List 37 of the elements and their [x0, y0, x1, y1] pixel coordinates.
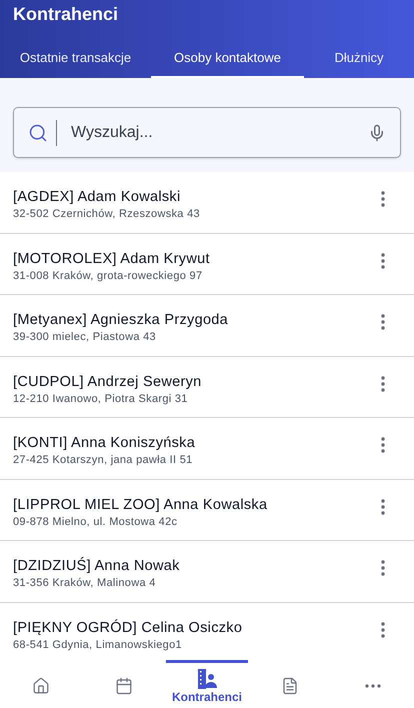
contact-address: 31-356 Kraków, Malinowa 4 — [13, 576, 157, 590]
contact-name[interactable]: [CUDPOL] Andrzej Seweryn — [13, 372, 368, 392]
document-icon — [280, 676, 299, 694]
vertical-dots-icon — [381, 560, 385, 576]
contact-address: 27-425 Kotarszyn, jana pawła II 51 — [13, 453, 194, 467]
tab[interactable]: Ostatnie transakcje — [0, 40, 151, 78]
contact-address: 32-502 Czernichów, Rzeszowska 43 — [13, 207, 201, 221]
search-field[interactable]: Wyszukaj... — [65, 120, 368, 144]
more-icon — [364, 684, 381, 688]
tab[interactable]: Dłużnicy — [304, 40, 414, 78]
search-bar[interactable]: Wyszukaj... — [13, 107, 401, 158]
contact-address: 31-008 Kraków, grota-roweckiego 97 — [13, 268, 204, 282]
contact-address: 12-210 Iwanowo, Piotra Skargi 31 — [13, 392, 189, 406]
search-icon — [28, 122, 48, 142]
contact-address: 09-878 Mielno, ul. Mostowa 42c — [13, 514, 178, 528]
screen-title: Kontrahenci — [12, 5, 120, 25]
contact-address: 68-541 Gdynia, Limanowskiego1 — [13, 638, 183, 652]
microphone-icon[interactable] — [368, 124, 386, 142]
contact-name[interactable]: [Metyanex] Agnieszka Przygoda — [13, 310, 368, 330]
contact-name[interactable]: [KONTI] Anna Koniszyńska — [13, 433, 368, 453]
vertical-dots-icon — [381, 498, 385, 514]
contact-name[interactable]: [AGDEX] Adam Kowalski — [13, 187, 368, 207]
vertical-dots-icon — [381, 622, 385, 638]
vertical-dots-icon — [381, 376, 385, 392]
nav-item[interactable]: Kontrahenci — [166, 660, 248, 708]
vertical-dots-icon — [381, 191, 385, 207]
contact-name[interactable]: [PIĘKNY OGRÓD] Celina Osiczko — [13, 618, 368, 638]
building-person-icon — [196, 668, 218, 690]
vertical-dots-icon — [381, 252, 385, 268]
calendar-icon — [115, 676, 134, 694]
vertical-dots-icon — [381, 437, 385, 453]
contact-address: 39-300 mielec, Piastowa 43 — [13, 330, 157, 344]
vertical-dots-icon — [381, 314, 385, 330]
contact-name[interactable]: [MOTOROLEX] Adam Krywut — [13, 248, 368, 268]
contact-name[interactable]: [DZIDZIUŚ] Anna Nowak — [13, 556, 368, 576]
home-icon — [32, 676, 50, 694]
contact-name[interactable]: [LIPPROL MIEL ZOO] Anna Kowalska — [13, 494, 368, 514]
